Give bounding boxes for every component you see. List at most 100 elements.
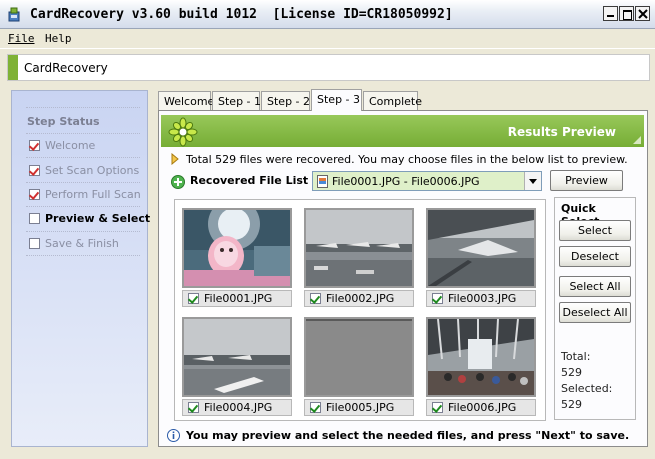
header-accent-bar [8, 55, 18, 80]
sidebar-divider [26, 133, 140, 134]
preview-button[interactable]: Preview [550, 170, 623, 191]
step-label: Perform Full Scan [45, 187, 141, 201]
bottom-note-text: You may preview and select the needed fi… [186, 428, 630, 442]
file-range-dropdown[interactable]: File0001.JPG - File0006.JPG [312, 171, 542, 191]
thumbnail-checkbox[interactable] [432, 402, 443, 413]
select-all-button[interactable]: Select All [559, 276, 631, 297]
title-bar[interactable]: CardRecovery v3.60 build 1012 [License I… [0, 0, 655, 29]
thumbnail-grid: File0001.JPG File0002.JPG File0003.JPG F… [174, 199, 546, 421]
minimize-button[interactable] [603, 6, 618, 21]
step-check-icon [29, 188, 40, 200]
flower-icon [168, 117, 198, 147]
menu-help[interactable]: Help [45, 32, 72, 45]
thumbnail-image[interactable] [304, 317, 414, 397]
deselect-all-button[interactable]: Deselect All [559, 302, 631, 323]
step-label: Set Scan Options [45, 163, 140, 177]
select-button[interactable]: Select [559, 220, 631, 241]
close-button[interactable] [635, 6, 650, 21]
quick-select-panel: Quick Select Select Deselect Select All … [554, 197, 636, 420]
sidebar-divider [26, 206, 140, 207]
step-check-icon [29, 139, 40, 151]
selected-label: Selected: [561, 382, 613, 395]
deselect-button[interactable]: Deselect [559, 246, 631, 267]
step-check-icon [29, 237, 40, 249]
window-title: CardRecovery v3.60 build 1012 [License I… [30, 7, 453, 22]
photo-thumbnail [184, 319, 290, 395]
menu-bar: File Help [0, 29, 655, 49]
step-status-heading: Step Status [27, 115, 100, 128]
thumbnail-caption: File0002.JPG [304, 290, 414, 307]
app-header: CardRecovery [7, 54, 650, 81]
selected-value: 529 [561, 398, 582, 411]
sidebar-divider [26, 107, 140, 108]
recovered-file-list-label: Recovered File List [190, 174, 309, 187]
thumbnail-checkbox[interactable] [188, 293, 199, 304]
step-label: Save & Finish [45, 236, 119, 250]
arrow-right-icon [171, 153, 179, 165]
header-corner [633, 136, 641, 144]
step-label: Welcome [45, 138, 96, 152]
results-header: Results Preview [161, 115, 644, 147]
close-icon [638, 9, 648, 19]
thumbnail-caption: File0006.JPG [426, 399, 536, 416]
plus-icon [171, 175, 185, 189]
results-panel: Results Preview Total 529 files were rec… [158, 110, 648, 447]
thumbnail-checkbox[interactable] [432, 293, 443, 304]
thumbnail-filename: File0006.JPG [448, 401, 517, 414]
thumbnail-image[interactable] [182, 208, 292, 288]
step-check-icon [29, 212, 40, 224]
tab-step-3[interactable]: Step - 3 [311, 89, 362, 111]
file-range-value: File0001.JPG - File0006.JPG [332, 175, 480, 188]
thumbnail-filename: File0005.JPG [326, 401, 395, 414]
step-label: Preview & Select [45, 211, 151, 225]
thumbnail-checkbox[interactable] [310, 293, 321, 304]
photo-thumbnail [428, 210, 534, 286]
photo-thumbnail [184, 210, 290, 286]
tab-complete[interactable]: Complete [363, 91, 422, 110]
tab-step-2[interactable]: Step - 2 [261, 91, 310, 110]
info-line: Total 529 files were recovered. You may … [171, 152, 628, 166]
tab-welcome[interactable]: Welcome [158, 91, 214, 110]
step-save-finish: Save & Finish [29, 236, 119, 250]
thumbnail-caption: File0004.JPG [182, 399, 292, 416]
sidebar-divider [26, 157, 140, 158]
sidebar-divider [26, 255, 140, 256]
photo-thumbnail [428, 319, 534, 395]
thumbnail-filename: File0004.JPG [204, 401, 273, 414]
photo-thumbnail [306, 210, 412, 286]
maximize-button[interactable] [619, 6, 634, 21]
total-label: Total: [561, 350, 591, 363]
thumbnail-caption: File0005.JPG [304, 399, 414, 416]
chevron-down-icon[interactable] [524, 172, 541, 190]
app-icon [8, 7, 20, 22]
bottom-note: You may preview and select the needed fi… [167, 427, 629, 443]
sidebar-divider [26, 182, 140, 183]
thumbnail-filename: File0003.JPG [448, 292, 517, 305]
thumbnail-caption: File0001.JPG [182, 290, 292, 307]
header-title: CardRecovery [24, 61, 108, 75]
image-file-icon [317, 175, 328, 188]
thumbnail-image[interactable] [426, 317, 536, 397]
thumbnail-image[interactable] [182, 317, 292, 397]
photo-thumbnail [306, 319, 412, 395]
thumbnail-image[interactable] [426, 208, 536, 288]
menu-file[interactable]: File [8, 32, 35, 45]
thumbnail-checkbox[interactable] [188, 402, 199, 413]
step-check-icon [29, 164, 40, 176]
step-perform-full-scan: Perform Full Scan [29, 187, 141, 201]
sidebar-divider [26, 231, 140, 232]
step-set-scan-options: Set Scan Options [29, 163, 139, 177]
thumbnail-filename: File0002.JPG [326, 292, 395, 305]
step-preview-select: Preview & Select [29, 211, 150, 225]
thumbnail-image[interactable] [304, 208, 414, 288]
thumbnail-caption: File0003.JPG [426, 290, 536, 307]
thumbnail-checkbox[interactable] [310, 402, 321, 413]
thumbnail-filename: File0001.JPG [204, 292, 273, 305]
info-icon [167, 428, 180, 442]
step-status-sidebar: Step Status Welcome Set Scan Options Per… [11, 90, 150, 447]
info-text: Total 529 files were recovered. You may … [186, 152, 628, 166]
step-welcome: Welcome [29, 138, 95, 152]
results-title: Results Preview [507, 125, 616, 139]
total-value: 529 [561, 366, 582, 379]
tab-step-1[interactable]: Step - 1 [212, 91, 261, 110]
